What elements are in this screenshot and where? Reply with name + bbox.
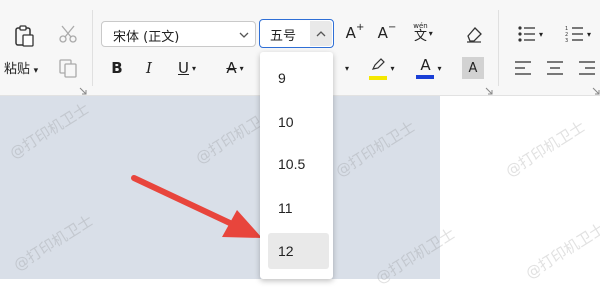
paste-label: 粘贴	[4, 61, 31, 76]
cut-button[interactable]	[56, 22, 80, 46]
chevron-down-icon: ▾	[586, 29, 591, 39]
character-shading-button[interactable]: A	[462, 57, 484, 79]
font-color-glyph: A	[416, 55, 435, 79]
font-size-option-label: 10	[278, 114, 294, 130]
font-size-option-label: 9	[278, 70, 286, 86]
chevron-down-icon: ▾	[33, 65, 39, 75]
font-launcher-icon[interactable]	[485, 82, 493, 100]
underline-label: U	[178, 59, 189, 77]
paste-button[interactable]	[8, 20, 40, 52]
bold-label: B	[111, 59, 123, 77]
strikethrough-button[interactable]: A ▾	[220, 57, 250, 79]
grow-font-button[interactable]: A +	[344, 22, 366, 44]
font-size-option[interactable]: 11	[268, 192, 329, 224]
character-shading-label: A	[468, 60, 478, 76]
font-name-combobox[interactable]: 宋体 (正文)	[101, 21, 256, 47]
font-color-button[interactable]: A ▾	[412, 54, 446, 82]
chevron-down-icon: ▾	[538, 29, 543, 39]
paragraph-launcher-icon[interactable]	[592, 82, 600, 100]
bullet-list-icon	[517, 25, 537, 43]
chevron-up-icon[interactable]	[310, 21, 332, 46]
font-size-value: 五号	[270, 29, 297, 44]
plus-icon: +	[355, 21, 365, 33]
shrink-font-label: A	[377, 24, 388, 42]
align-right-icon	[578, 60, 596, 76]
phonetic-glyph: wén 文	[413, 23, 427, 44]
highlight-color-bar	[369, 75, 388, 80]
align-right-button[interactable]	[576, 57, 598, 79]
align-center-button[interactable]	[544, 57, 566, 79]
scissors-icon	[58, 24, 78, 44]
group-divider	[92, 10, 93, 86]
paste-dropdown[interactable]: 粘贴 ▾	[4, 58, 38, 77]
chevron-down-icon: ▾	[239, 63, 244, 73]
font-size-option-label: 11	[278, 200, 293, 216]
numbered-list-icon: 1 2 3	[565, 25, 585, 43]
copy-icon	[58, 58, 78, 78]
font-size-option-label: 10.5	[278, 156, 306, 172]
document-page[interactable]	[440, 96, 600, 279]
underline-button[interactable]: U ▾	[172, 57, 202, 79]
chevron-down-icon: ▾	[390, 63, 395, 73]
minus-icon: −	[387, 21, 397, 33]
font-size-combobox[interactable]: 五号	[259, 19, 334, 48]
shrink-font-button[interactable]: A −	[376, 22, 398, 44]
phonetic-char: 文	[413, 29, 427, 44]
font-size-option[interactable]: 10	[268, 106, 329, 138]
font-size-option[interactable]: 9	[268, 62, 329, 94]
highlight-button[interactable]: ▾	[364, 54, 400, 82]
svg-text:3: 3	[565, 38, 568, 43]
clipboard-icon	[13, 24, 35, 48]
text-effect-dropdown[interactable]: ▾	[340, 57, 354, 79]
clear-formatting-button[interactable]	[462, 22, 486, 46]
font-color-bar	[416, 74, 435, 79]
font-size-option-label: 12	[278, 243, 294, 259]
numbering-button[interactable]: 1 2 3 ▾	[560, 22, 596, 46]
chevron-down-icon: ▾	[437, 63, 442, 73]
align-center-icon	[546, 60, 564, 76]
italic-button[interactable]: I	[138, 57, 160, 79]
eraser-icon	[464, 24, 484, 44]
chevron-down-icon: ▾	[344, 63, 349, 73]
highlighter-icon	[370, 57, 386, 76]
document-canvas	[0, 96, 440, 279]
grow-font-label: A	[345, 24, 356, 42]
font-size-option[interactable]: 10.5	[268, 148, 329, 180]
italic-label: I	[146, 59, 152, 77]
align-left-icon	[514, 60, 532, 76]
chevron-down-icon[interactable]	[238, 26, 250, 45]
chevron-down-icon: ▾	[191, 63, 196, 73]
align-left-button[interactable]	[512, 57, 534, 79]
group-divider	[498, 10, 499, 86]
font-color-label: A	[420, 55, 431, 74]
font-size-dropdown: 9 10 10.5 11 12	[260, 52, 333, 279]
phonetic-guide-button[interactable]: wén 文 ▾	[408, 21, 438, 45]
clipboard-launcher-icon[interactable]	[79, 82, 87, 100]
chevron-down-icon: ▾	[428, 28, 433, 38]
highlight-glyph	[369, 57, 388, 80]
bold-button[interactable]: B	[106, 57, 128, 79]
font-name-value: 宋体 (正文)	[113, 30, 180, 45]
font-size-option-selected[interactable]: 12	[268, 233, 329, 269]
bullets-button[interactable]: ▾	[512, 22, 548, 46]
strikethrough-label: A	[226, 59, 237, 77]
copy-button[interactable]	[56, 56, 80, 80]
